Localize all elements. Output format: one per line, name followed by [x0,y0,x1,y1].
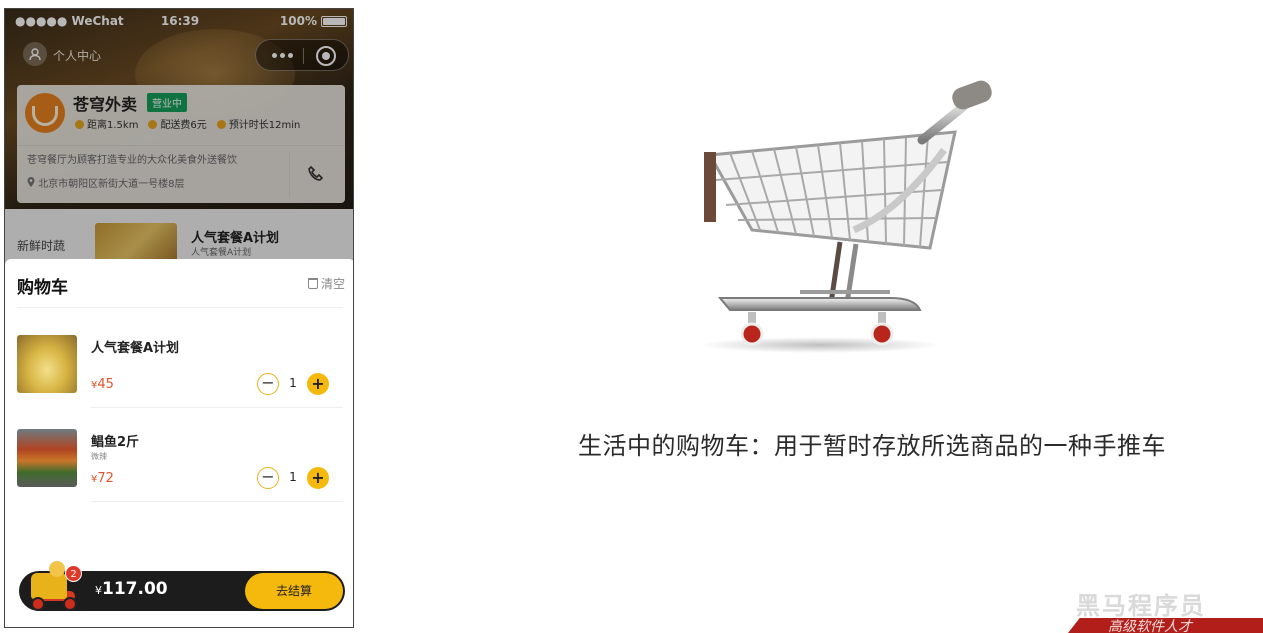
trash-icon [307,278,318,289]
cart-item-price: ¥72 [91,471,114,486]
watermark-logo: 黑马程序员 [1076,592,1206,620]
cart-item-name: 人气套餐A计划 [91,341,180,356]
decrease-quantity-button[interactable]: − [257,467,279,489]
cart-item-flavor: 微辣 [91,452,107,461]
cart-count-badge: 2 [65,565,82,582]
cart-item-name: 鲳鱼2斤 [91,435,140,450]
cart-item: 鲳鱼2斤 微辣 ¥72 − 1 + [5,409,353,503]
cart-item: 人气套餐A计划 ¥45 − 1 + [5,315,353,409]
checkout-button[interactable]: 去结算 [245,573,343,609]
cart-item-image [17,335,77,393]
footer-banner: 高级软件人才 [1068,618,1263,633]
banner-text: 高级软件人才 [1108,619,1192,633]
increase-quantity-button[interactable]: + [307,467,329,489]
clear-cart-button[interactable]: 清空 [307,275,345,292]
clear-cart-label: 清空 [320,277,345,291]
phone-screen: ●●●●● WeChat 16:39 100% 个人中心 苍穹外卖 营业中 距离… [4,8,354,628]
cart-item-image [17,429,77,487]
increase-quantity-button[interactable]: + [307,373,329,395]
slide-caption: 生活中的购物车：用于暂时存放所选商品的一种手推车 [578,432,1166,460]
cart-item-price: ¥45 [91,377,114,392]
shopping-trolley-icon [700,80,992,353]
decrease-quantity-button[interactable]: − [257,373,279,395]
cart-title: 购物车 [17,278,68,298]
cart-item-quantity: 1 [289,376,297,390]
cart-item-quantity: 1 [289,470,297,484]
cart-total: ¥117.00 [95,579,168,599]
modal-overlay[interactable] [5,9,353,264]
